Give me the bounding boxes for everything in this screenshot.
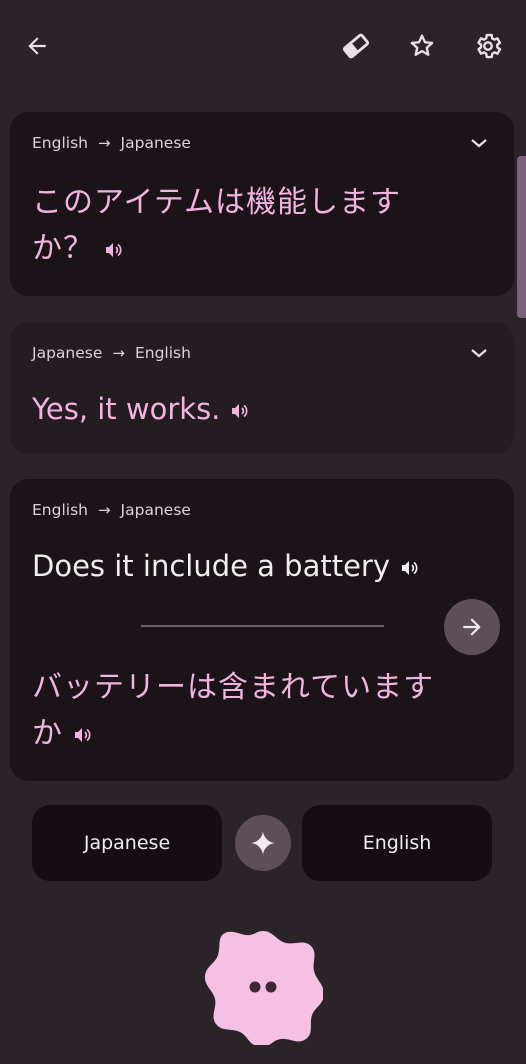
source-language-label: Japanese (83, 832, 171, 854)
source-text-value: Does it include a battery (32, 549, 391, 583)
translation-line-2: か？ (32, 231, 94, 266)
top-bar (0, 0, 526, 92)
favorites-button[interactable] (402, 26, 442, 66)
sparkle-icon (251, 831, 275, 855)
translation-card-1[interactable]: English → Japanese このアイテムは機能します か？ (10, 112, 514, 296)
back-button[interactable] (17, 26, 57, 66)
back-arrow-icon (28, 37, 46, 55)
right-arrow-icon: → (112, 344, 125, 362)
source-text: Does it include a battery (32, 549, 420, 583)
sparkle-button[interactable] (235, 815, 291, 871)
right-arrow-icon: → (97, 501, 111, 519)
star-icon (410, 34, 434, 56)
source-language: English (32, 501, 88, 519)
speaker-icon[interactable] (400, 559, 420, 577)
translation-card-3[interactable]: English → Japanese Does it include a bat… (10, 479, 514, 781)
target-language-label: English (362, 832, 432, 854)
translation-text: バッテリーは含まれています か (32, 665, 434, 757)
divider (141, 625, 384, 627)
translate-button[interactable] (444, 599, 500, 655)
language-pair: English → Japanese (32, 501, 191, 519)
dot-left (249, 981, 261, 993)
translation-line-1: バッテリーは含まれています (32, 670, 435, 705)
dot-right (265, 981, 277, 993)
source-language-button[interactable]: Japanese (32, 805, 222, 881)
right-arrow-icon: → (97, 134, 111, 152)
source-language: Japanese (32, 344, 103, 362)
settings-button[interactable] (468, 26, 508, 66)
voice-input-button[interactable] (203, 927, 323, 1045)
chevron-down-icon[interactable] (470, 136, 488, 150)
eraser-button[interactable] (336, 26, 376, 66)
arrow-right-icon (463, 618, 481, 636)
speaker-icon[interactable] (73, 726, 93, 744)
scalloped-shape (204, 931, 323, 1045)
chevron-down-icon[interactable] (470, 346, 488, 360)
translation-value: Yes, it works. (32, 392, 221, 426)
target-language-button[interactable]: English (302, 805, 492, 881)
target-language: Japanese (120, 501, 191, 519)
speaker-icon[interactable] (230, 402, 250, 420)
translation-text: Yes, it works. (32, 392, 250, 426)
target-language: Japanese (120, 134, 191, 152)
translation-card-2[interactable]: Japanese → English Yes, it works. (10, 322, 514, 454)
language-pair: Japanese → English (32, 344, 191, 362)
target-language: English (134, 344, 191, 362)
gear-icon (477, 33, 502, 59)
scrollbar[interactable] (517, 156, 526, 318)
translation-line-2: か (32, 716, 63, 751)
language-pair: English → Japanese (32, 134, 191, 152)
translation-text: このアイテムは機能します か？ (32, 180, 401, 272)
source-language: English (32, 134, 88, 152)
translation-line-1: このアイテムは機能します (32, 185, 401, 220)
eraser-icon (342, 33, 370, 59)
speaker-icon[interactable] (104, 241, 124, 259)
